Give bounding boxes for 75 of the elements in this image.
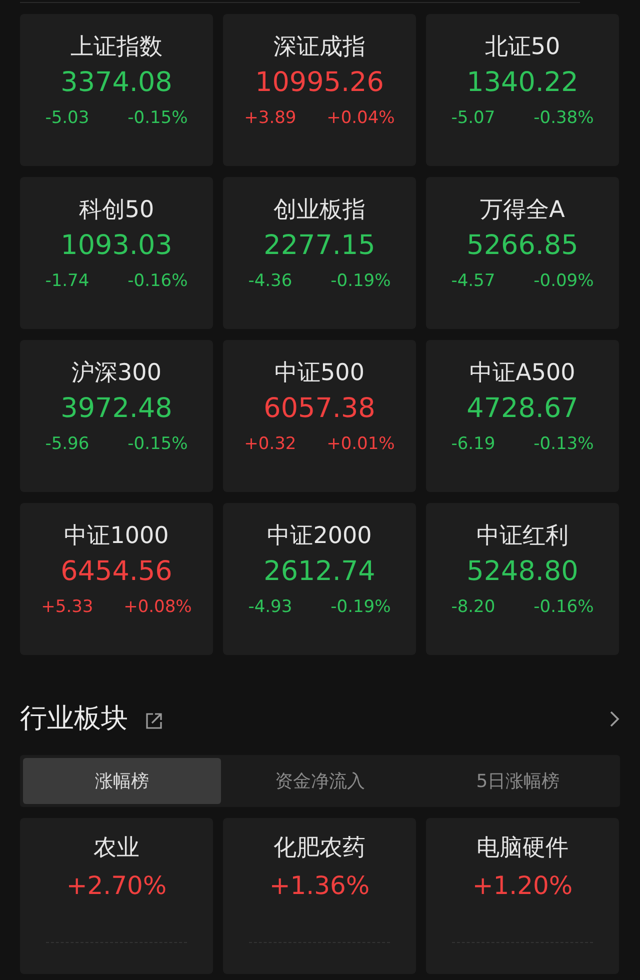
- index-name: 上证指数: [70, 33, 164, 62]
- index-card[interactable]: 沪深300 3972.48 -5.96 -0.15%: [20, 340, 213, 492]
- index-percent: -0.38%: [534, 107, 594, 130]
- chevron-right-icon[interactable]: [608, 709, 620, 729]
- index-percent: +0.01%: [326, 433, 395, 456]
- index-percent: +0.08%: [124, 596, 192, 619]
- index-value: 3972.48: [60, 392, 174, 426]
- index-value: 5266.85: [466, 229, 580, 263]
- index-value: 6454.56: [60, 555, 174, 589]
- index-name: 沪深300: [70, 359, 162, 388]
- index-card[interactable]: 上证指数 3374.08 -5.03 -0.15%: [20, 14, 213, 166]
- index-percent: -0.09%: [534, 270, 594, 293]
- sector-percent: +1.36%: [268, 870, 371, 902]
- index-change: -6.19: [451, 433, 496, 456]
- index-change: +0.32: [244, 433, 296, 456]
- index-value: 10995.26: [254, 66, 385, 100]
- index-name: 北证50: [484, 33, 562, 62]
- index-percent: -0.16%: [128, 270, 188, 293]
- index-change: -5.07: [451, 107, 496, 130]
- index-percent: -0.19%: [330, 270, 391, 293]
- index-card[interactable]: 中证2000 2612.74 -4.93 -0.19%: [223, 503, 416, 655]
- index-change: +3.89: [244, 107, 296, 130]
- index-card[interactable]: 中证1000 6454.56 +5.33 +0.08%: [20, 503, 213, 655]
- sector-percent: +2.70%: [65, 870, 168, 902]
- index-card[interactable]: 中证500 6057.38 +0.32 +0.01%: [223, 340, 416, 492]
- index-card[interactable]: 中证红利 5248.80 -8.20 -0.16%: [426, 503, 619, 655]
- index-value: 1093.03: [60, 229, 174, 263]
- index-name: 中证1000: [63, 522, 170, 551]
- index-card[interactable]: 中证A500 4728.67 -6.19 -0.13%: [426, 340, 619, 492]
- index-card[interactable]: 创业板指 2277.15 -4.36 -0.19%: [223, 177, 416, 329]
- sector-name: 化肥农药: [272, 834, 366, 863]
- index-percent: -0.19%: [330, 596, 391, 619]
- index-value: 1340.22: [466, 66, 580, 100]
- index-name: 中证2000: [266, 522, 373, 551]
- sector-card[interactable]: 化肥农药 +1.36%: [223, 818, 416, 974]
- index-name: 创业板指: [272, 196, 366, 225]
- index-percent: -0.15%: [128, 107, 188, 130]
- index-value: 2277.15: [262, 229, 376, 263]
- index-value: 4728.67: [466, 392, 580, 426]
- index-percent: -0.13%: [534, 433, 594, 456]
- index-value: 2612.74: [262, 555, 376, 589]
- tab[interactable]: 资金净流入: [221, 758, 419, 804]
- section-title: 行业板块: [20, 702, 128, 736]
- index-change: -1.74: [45, 270, 90, 293]
- sector-name: 农业: [92, 834, 140, 863]
- index-name: 科创50: [78, 196, 156, 225]
- tab[interactable]: 5日涨幅榜: [419, 758, 617, 804]
- index-percent: +0.04%: [326, 107, 395, 130]
- tab[interactable]: 涨幅榜: [23, 758, 221, 804]
- index-change: -8.20: [451, 596, 496, 619]
- sector-name: 电脑硬件: [476, 834, 570, 863]
- index-change: -5.03: [45, 107, 90, 130]
- index-card[interactable]: 北证50 1340.22 -5.07 -0.38%: [426, 14, 619, 166]
- index-card[interactable]: 万得全A 5266.85 -4.57 -0.09%: [426, 177, 619, 329]
- index-card[interactable]: 科创50 1093.03 -1.74 -0.16%: [20, 177, 213, 329]
- index-value: 3374.08: [60, 66, 174, 100]
- index-percent: -0.15%: [128, 433, 188, 456]
- index-value: 6057.38: [262, 392, 376, 426]
- index-change: -5.96: [45, 433, 90, 456]
- index-name: 中证A500: [468, 359, 576, 388]
- share-icon[interactable]: [144, 711, 164, 731]
- sector-percent: +1.20%: [471, 870, 574, 902]
- index-change: -4.36: [248, 270, 292, 293]
- sector-card[interactable]: 电脑硬件 +1.20%: [426, 818, 619, 974]
- index-name: 深证成指: [272, 33, 366, 62]
- index-name: 中证红利: [476, 522, 570, 551]
- index-name: 万得全A: [479, 196, 566, 225]
- index-change: -4.93: [248, 596, 292, 619]
- index-change: -4.57: [451, 270, 496, 293]
- index-name: 中证500: [274, 359, 366, 388]
- index-card[interactable]: 深证成指 10995.26 +3.89 +0.04%: [223, 14, 416, 166]
- index-percent: -0.16%: [534, 596, 594, 619]
- index-value: 5248.80: [466, 555, 580, 589]
- sector-card[interactable]: 农业 +2.70%: [20, 818, 213, 974]
- index-change: +5.33: [41, 596, 94, 619]
